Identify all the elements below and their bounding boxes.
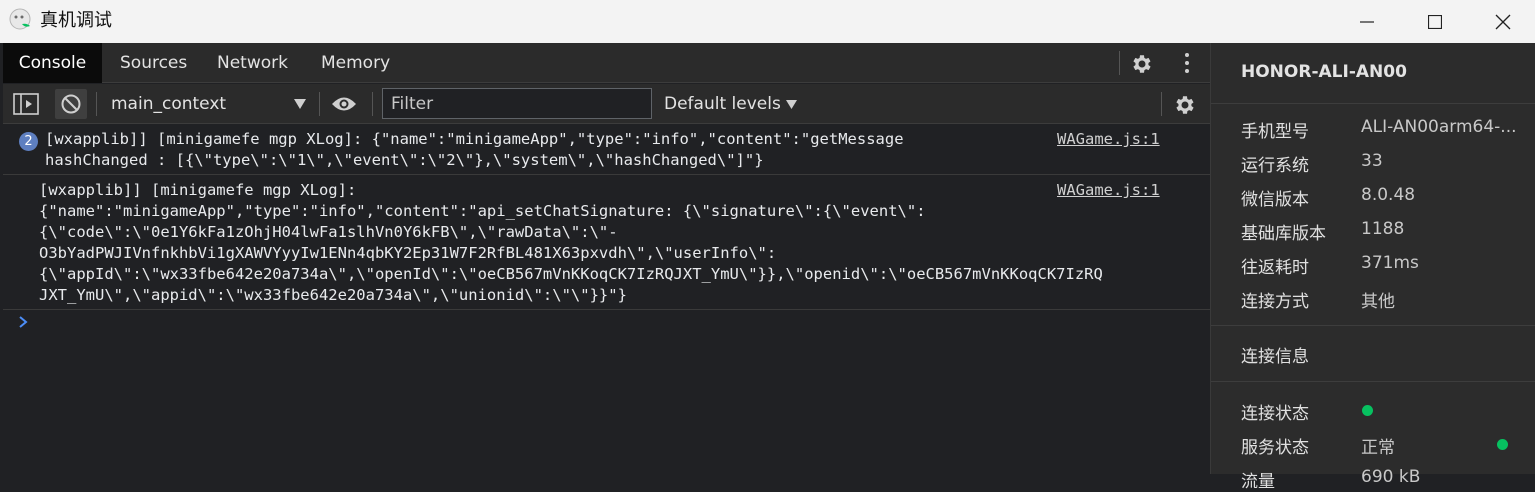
service-status-dot xyxy=(1497,439,1508,450)
devtools-tabbar: Console Sources Network Memory xyxy=(3,43,1210,83)
console-settings-gear-icon[interactable] xyxy=(1173,93,1197,117)
info-value: ALI-AN00arm64-... xyxy=(1361,117,1517,137)
divider xyxy=(1211,381,1535,382)
status-label: 服务状态 xyxy=(1241,438,1309,458)
console-message-text: [wxapplib]] [minigamefe mgp XLog]: {"nam… xyxy=(39,181,1103,304)
info-label: 微信版本 xyxy=(1241,190,1309,210)
dropdown-arrow-icon xyxy=(785,99,797,109)
status-value: 690 kB xyxy=(1361,467,1421,487)
show-sidebar-icon[interactable] xyxy=(13,93,39,115)
clear-console-button[interactable] xyxy=(55,89,87,119)
log-levels-label: Default levels xyxy=(664,94,781,114)
source-link[interactable]: WAGame.js:1 xyxy=(1057,180,1160,201)
console-output[interactable]: 2 [wxapplib]] [minigamefe mgp XLog]: {"n… xyxy=(3,124,1210,474)
window-title: 真机调试 xyxy=(40,10,112,31)
console-toolbar: main_context Default levels xyxy=(3,84,1210,124)
log-levels-select[interactable]: Default levels xyxy=(664,90,797,118)
info-value: 其他 xyxy=(1361,292,1395,312)
filter-input[interactable] xyxy=(382,88,652,119)
info-value: 33 xyxy=(1361,151,1383,171)
tab-memory[interactable]: Memory xyxy=(307,43,404,83)
repeat-count-badge: 2 xyxy=(19,132,38,151)
console-message[interactable]: 2 [wxapplib]] [minigamefe mgp XLog]: {"n… xyxy=(3,124,1210,175)
live-expression-eye-icon[interactable] xyxy=(331,94,357,114)
settings-gear-icon[interactable] xyxy=(1130,52,1154,76)
app-logo-icon xyxy=(9,8,31,30)
console-message[interactable]: [wxapplib]] [minigamefe mgp XLog]: {"nam… xyxy=(3,175,1210,310)
console-prompt-chevron-icon[interactable] xyxy=(16,315,30,329)
context-select-value: main_context xyxy=(111,94,227,114)
minimize-icon xyxy=(1360,20,1374,23)
close-button[interactable] xyxy=(1468,0,1535,43)
console-message-text: [wxapplib]] [minigamefe mgp XLog]: {"nam… xyxy=(45,130,904,169)
tab-sources[interactable]: Sources xyxy=(106,43,201,83)
tabbar-divider xyxy=(1119,51,1120,75)
info-label: 手机型号 xyxy=(1241,122,1309,142)
info-label: 基础库版本 xyxy=(1241,224,1326,244)
clear-console-icon xyxy=(61,94,81,114)
toolbar-divider xyxy=(319,92,320,116)
source-link[interactable]: WAGame.js:1 xyxy=(1057,129,1160,150)
toolbar-divider xyxy=(1161,92,1162,116)
info-label: 往返耗时 xyxy=(1241,258,1309,278)
toolbar-divider xyxy=(96,92,97,116)
more-options-icon[interactable] xyxy=(1175,51,1199,75)
status-value: 正常 xyxy=(1361,438,1395,458)
device-info-panel: HONOR-ALI-AN00 手机型号 ALI-AN00arm64-... 运行… xyxy=(1210,43,1535,492)
section-title: 连接信息 xyxy=(1241,347,1309,367)
tab-network[interactable]: Network xyxy=(203,43,302,83)
status-label: 流量 xyxy=(1241,472,1275,492)
info-value: 1188 xyxy=(1361,219,1405,239)
tab-console[interactable]: Console xyxy=(3,43,102,83)
info-label: 连接方式 xyxy=(1241,292,1309,312)
toolbar-divider xyxy=(372,92,373,116)
info-value: 8.0.48 xyxy=(1361,185,1416,205)
connection-status-dot xyxy=(1362,405,1373,416)
close-icon xyxy=(1495,14,1511,29)
status-label: 连接状态 xyxy=(1241,404,1309,424)
divider xyxy=(1211,103,1535,104)
info-label: 运行系统 xyxy=(1241,156,1309,176)
device-name: HONOR-ALI-AN00 xyxy=(1241,62,1407,82)
minimize-button[interactable] xyxy=(1332,0,1402,43)
maximize-icon xyxy=(1428,14,1442,29)
context-select[interactable]: main_context xyxy=(103,90,308,118)
maximize-button[interactable] xyxy=(1400,0,1470,43)
window-titlebar: 真机调试 xyxy=(0,0,1535,43)
dropdown-arrow-icon xyxy=(294,99,306,109)
devtools-panel: Console Sources Network Memory main_cont… xyxy=(3,43,1210,474)
divider xyxy=(1211,325,1535,326)
info-value: 371ms xyxy=(1361,253,1419,273)
